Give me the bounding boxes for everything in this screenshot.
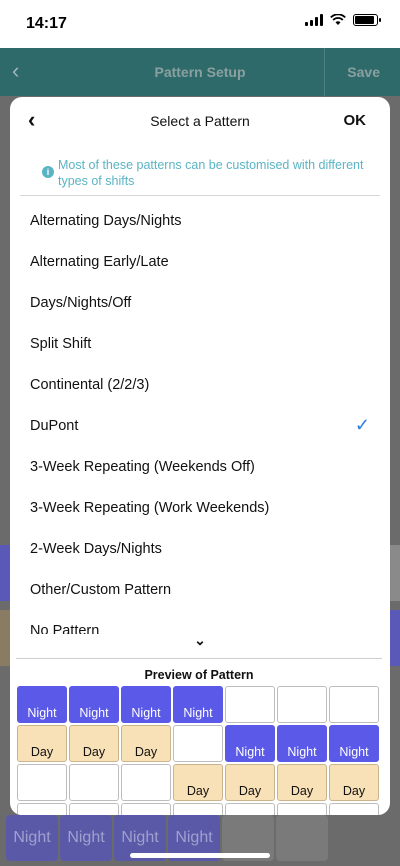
wifi-icon	[330, 14, 346, 25]
preview-cell-night: Night	[121, 686, 171, 723]
pattern-list[interactable]: Alternating Days/Nights Alternating Earl…	[10, 196, 390, 635]
preview-cell-night: Night	[173, 686, 223, 723]
background-nav-bar: ‹ Pattern Setup Save	[0, 48, 400, 96]
preview-cell-empty	[69, 764, 119, 801]
pattern-item-selected[interactable]: DuPont ✓	[10, 405, 390, 446]
pattern-item[interactable]: Other/Custom Pattern	[10, 569, 390, 610]
background-cell-edge	[390, 545, 400, 601]
status-bar: 14:17	[0, 0, 400, 48]
modal-title: Select a Pattern	[150, 113, 250, 129]
pattern-preview: Preview of Pattern Night Night Night Night D…	[16, 658, 382, 815]
background-cell-edge	[0, 545, 10, 601]
preview-cell-night: Night	[329, 725, 379, 762]
preview-cell-day: Day	[225, 764, 275, 801]
pattern-label: DuPont	[30, 417, 79, 434]
info-text: Most of these patterns can be customised…	[58, 158, 364, 188]
modal-header: ‹ Select a Pattern OK	[10, 97, 390, 145]
battery-icon	[353, 14, 381, 26]
pattern-item[interactable]: 3-Week Repeating (Weekends Off)	[10, 446, 390, 487]
preview-cell-day: Day	[277, 764, 327, 801]
background-cell-edge	[390, 610, 400, 666]
preview-cell-empty	[17, 764, 67, 801]
background-save-button: Save	[347, 64, 380, 80]
home-indicator	[130, 853, 270, 858]
pattern-item[interactable]: 2-Week Days/Nights	[10, 528, 390, 569]
preview-cell-empty	[173, 725, 223, 762]
preview-cell-empty	[329, 803, 379, 815]
background-cell	[276, 815, 328, 861]
preview-cell-empty	[121, 803, 171, 815]
pattern-label: Split Shift	[30, 335, 92, 352]
pattern-item[interactable]: Continental (2/2/3)	[10, 364, 390, 405]
preview-cell-night: Night	[225, 725, 275, 762]
pattern-label: 3-Week Repeating (Work Weekends)	[30, 499, 270, 516]
preview-title: Preview of Pattern	[144, 668, 254, 682]
pattern-item[interactable]: Alternating Early/Late	[10, 241, 390, 282]
preview-row: Day Day Day Night Night Night	[17, 725, 379, 762]
pattern-item[interactable]: 3-Week Repeating (Work Weekends)	[10, 487, 390, 528]
preview-row: Day Day Day Day	[17, 764, 379, 801]
pattern-label: Alternating Early/Late	[30, 253, 169, 270]
checkmark-icon: ✓	[354, 415, 370, 435]
preview-cell-empty	[121, 764, 171, 801]
ok-button[interactable]: OK	[344, 112, 367, 129]
preview-cell-day: Day	[121, 725, 171, 762]
select-pattern-modal: ‹ Select a Pattern OK i Most of these pa…	[10, 97, 390, 815]
pattern-item[interactable]: Alternating Days/Nights	[10, 200, 390, 241]
info-message: i Most of these patterns can be customis…	[20, 149, 380, 196]
chevron-down-icon[interactable]: ⌄	[10, 633, 390, 647]
background-cell: Night	[6, 815, 58, 861]
pattern-label: 3-Week Repeating (Weekends Off)	[30, 458, 255, 475]
background-divider	[324, 48, 325, 96]
preview-cell-night: Night	[277, 725, 327, 762]
preview-row: Night Night Night Night	[17, 686, 379, 723]
preview-cell-day: Day	[17, 725, 67, 762]
background-cell-edge	[0, 610, 10, 666]
pattern-item[interactable]: Days/Nights/Off	[10, 282, 390, 323]
signal-icon	[305, 14, 323, 26]
status-time: 14:17	[26, 15, 67, 32]
preview-cell-day: Day	[173, 764, 223, 801]
info-icon: i	[42, 166, 54, 178]
preview-row	[17, 803, 379, 815]
preview-cell-night: Night	[17, 686, 67, 723]
pattern-item[interactable]: Split Shift	[10, 323, 390, 364]
preview-cell-empty	[225, 803, 275, 815]
preview-cell-empty	[277, 686, 327, 723]
pattern-label: 2-Week Days/Nights	[30, 540, 162, 557]
preview-grid: Night Night Night Night Day Day Day Night Night N…	[17, 686, 379, 815]
preview-cell-day: Day	[69, 725, 119, 762]
preview-cell-empty	[277, 803, 327, 815]
preview-cell-empty	[17, 803, 67, 815]
pattern-item[interactable]: No Pattern	[10, 610, 390, 635]
pattern-label: Other/Custom Pattern	[30, 581, 172, 598]
background-cell: Night	[60, 815, 112, 861]
pattern-label: Continental (2/2/3)	[30, 376, 150, 393]
preview-cell-empty	[225, 686, 275, 723]
preview-cell-empty	[329, 686, 379, 723]
preview-cell-night: Night	[69, 686, 119, 723]
status-icons	[305, 14, 381, 26]
preview-cell-empty	[173, 803, 223, 815]
pattern-label: Days/Nights/Off	[30, 294, 132, 311]
preview-cell-day: Day	[329, 764, 379, 801]
background-title: Pattern Setup	[154, 64, 246, 80]
preview-cell-empty	[69, 803, 119, 815]
pattern-label: Alternating Days/Nights	[30, 212, 182, 229]
